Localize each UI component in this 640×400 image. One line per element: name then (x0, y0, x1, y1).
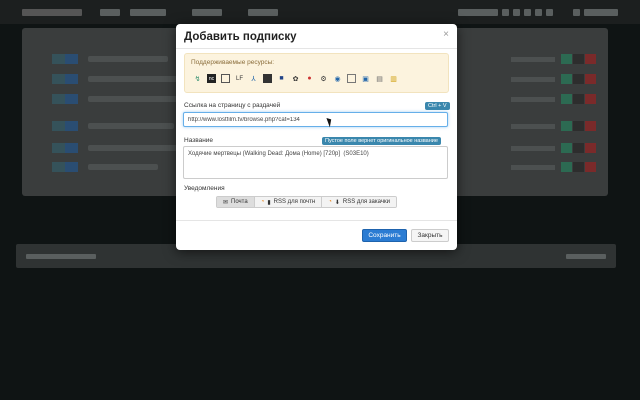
notif-rss-all-label: RSS для почтн (273, 199, 316, 205)
modal-title: Добавить подписку (184, 31, 297, 43)
app-logo (22, 8, 82, 16)
rss-icon: ◔ (328, 199, 332, 205)
social-icon[interactable] (546, 8, 553, 16)
notif-email-label: Почта (231, 199, 248, 205)
footer-left (26, 253, 96, 259)
social-icon[interactable] (513, 8, 520, 16)
name-hint-badge: Пустое поле вернет оригинальное название (322, 137, 441, 145)
newstudio-icon: ◉ (334, 75, 341, 83)
resources-label: Поддерживаемые ресурсы: (191, 59, 275, 66)
tr-anime-icon: ▥ (390, 75, 397, 83)
notifications-label: Уведомления (184, 185, 225, 192)
file-icon: ▮ (267, 199, 271, 206)
kinozal-icon (221, 74, 230, 83)
url-label: Ссылка на страницу с раздачей (184, 102, 281, 109)
nav-item-settings[interactable] (192, 8, 222, 16)
user-name[interactable] (584, 8, 618, 16)
hamsterstudio-icon: ⚙ (320, 75, 327, 83)
free-torrents-icon: ● (307, 75, 312, 82)
save-button[interactable]: Сохранить (362, 229, 407, 242)
notif-rss-dl-toggle[interactable]: ◔ ⬇ RSS для закачки (322, 197, 396, 207)
nav-item-stats[interactable] (248, 8, 278, 16)
nav-extra (458, 8, 498, 16)
social-icon[interactable] (502, 8, 509, 16)
casstudio-icon: ✿ (292, 75, 299, 83)
notif-rss-all-toggle[interactable]: ◔ ▮ RSS для почтн (254, 197, 323, 207)
tfile-icon: ▤ (376, 75, 383, 83)
resource-icons: ↯ nc LF ⅄ ■ ✿ ● ⚙ ◉ ▣ ▤ ▥ (193, 74, 398, 83)
rutor-icon: ▣ (362, 75, 369, 83)
social-icon[interactable] (524, 8, 531, 16)
close-button[interactable]: Закрыть (411, 229, 449, 242)
anidub-icon: ⅄ (251, 75, 256, 83)
nav-item-news[interactable] (130, 8, 166, 16)
url-input[interactable] (183, 112, 448, 127)
download-icon: ⬇ (334, 199, 340, 206)
nnm-club-icon: nc (207, 74, 216, 83)
name-label: Название (184, 137, 214, 144)
navbar (0, 0, 640, 24)
rutracker-icon: ↯ (194, 75, 201, 83)
envelope-icon: ✉ (223, 199, 229, 206)
notifications-toggle-group: ✉ Почта ◔ ▮ RSS для почтн ◔ ⬇ RSS для за… (216, 196, 397, 208)
social-icon[interactable] (535, 8, 542, 16)
notif-email-toggle[interactable]: ✉ Почта (217, 197, 255, 207)
close-icon[interactable]: × (443, 29, 449, 40)
url-hint-badge: Ctrl + V (425, 102, 450, 110)
baibako-icon: ■ (279, 75, 284, 82)
footer-right (566, 253, 606, 259)
header-divider (176, 48, 457, 49)
anilibria-icon (263, 74, 272, 83)
footer-divider (176, 220, 457, 221)
name-textarea[interactable]: Ходячие мертвецы (Walking Dead: Дома (Ho… (183, 146, 448, 179)
rss-icon: ◔ (260, 199, 265, 205)
user-icon[interactable] (573, 8, 580, 16)
supported-resources-box: Поддерживаемые ресурсы: ↯ nc LF ⅄ ■ ✿ ● … (184, 53, 449, 93)
lostfilm-icon: LF (235, 75, 243, 82)
notif-rss-dl-label: RSS для закачки (342, 199, 390, 205)
nav-item-home[interactable] (100, 8, 120, 16)
pornolab-icon (347, 74, 356, 83)
